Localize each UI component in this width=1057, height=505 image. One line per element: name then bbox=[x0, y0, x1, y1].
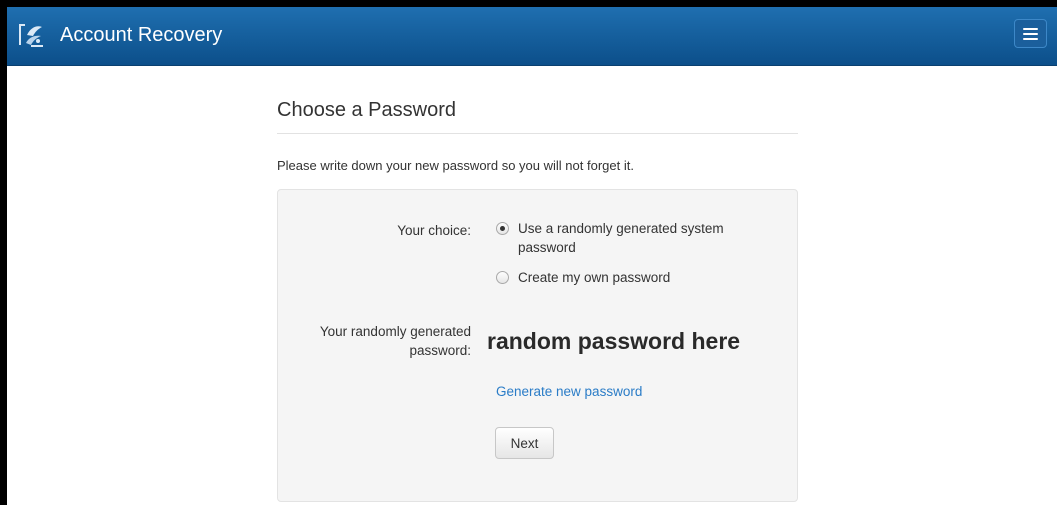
next-button[interactable]: Next bbox=[495, 427, 554, 459]
brand-logo-icon bbox=[17, 21, 45, 49]
page-title: Choose a Password bbox=[277, 99, 456, 121]
window-frame-left bbox=[0, 0, 7, 505]
password-form-panel: Your choice: Use a randomly generated sy… bbox=[277, 189, 798, 502]
radio-label-random: Use a randomly generated system password bbox=[518, 221, 724, 255]
choice-label: Your choice: bbox=[397, 223, 471, 238]
title-divider bbox=[277, 133, 798, 134]
menu-toggle-button[interactable] bbox=[1014, 19, 1047, 48]
app-title: Account Recovery bbox=[60, 24, 223, 46]
top-navbar: Account Recovery bbox=[7, 7, 1057, 66]
window-frame-top bbox=[0, 0, 1057, 7]
intro-text: Please write down your new password so y… bbox=[277, 158, 634, 173]
radio-label-own: Create my own password bbox=[518, 270, 671, 285]
generate-new-password-link[interactable]: Generate new password bbox=[496, 382, 642, 401]
generated-password-value: random password here bbox=[487, 328, 741, 354]
radio-option-random[interactable]: Use a randomly generated system password bbox=[496, 219, 766, 259]
generated-password-label: Your randomly generated password: bbox=[319, 324, 471, 358]
radio-option-own[interactable]: Create my own password bbox=[496, 268, 766, 288]
radio-button-unchecked[interactable] bbox=[496, 271, 509, 284]
radio-button-checked[interactable] bbox=[496, 222, 509, 235]
